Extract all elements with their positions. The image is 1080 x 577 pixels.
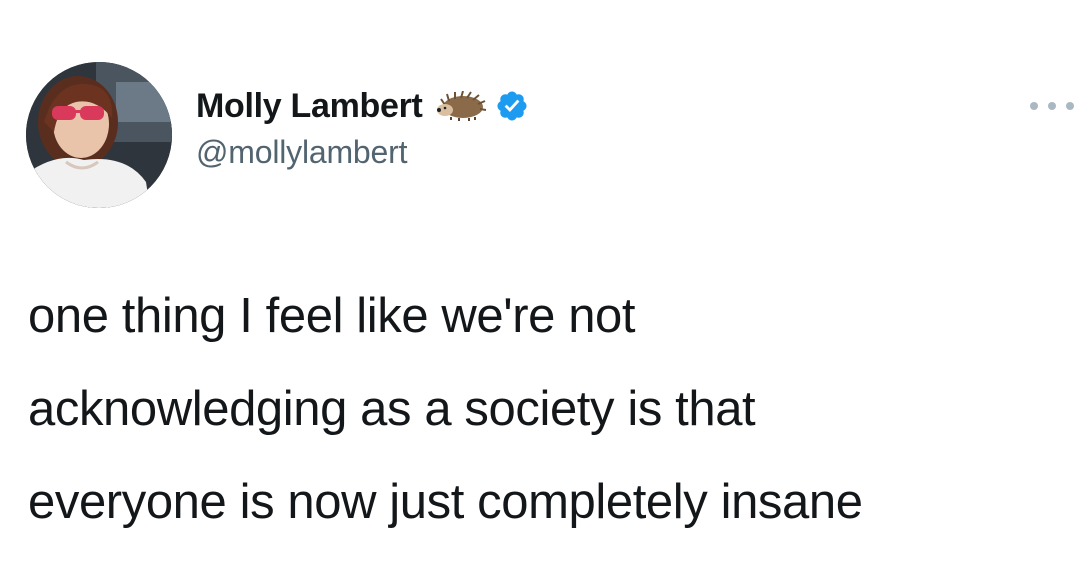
- tweet-text: one thing I feel like we're not acknowle…: [28, 270, 1068, 549]
- tweet-line: one thing I feel like we're not: [28, 289, 636, 343]
- more-dot: [1030, 102, 1038, 110]
- tweet-line: everyone is now just completely insane: [28, 475, 863, 529]
- more-options-icon[interactable]: [1030, 96, 1074, 116]
- display-name[interactable]: Molly Lambert: [196, 87, 423, 126]
- tweet-card: Molly Lambert @mollylambert one thing I …: [0, 0, 1080, 577]
- user-handle[interactable]: @mollylambert: [196, 134, 529, 171]
- more-dot: [1066, 102, 1074, 110]
- hedgehog-icon: [433, 90, 487, 121]
- tweet-line: acknowledging as a society is that: [28, 382, 756, 436]
- name-row: Molly Lambert: [196, 84, 529, 128]
- more-dot: [1048, 102, 1056, 110]
- avatar[interactable]: [26, 62, 172, 208]
- verified-badge-icon: [495, 89, 529, 123]
- tweet-header: Molly Lambert @mollylambert: [196, 84, 529, 171]
- avatar-photo: [26, 62, 172, 208]
